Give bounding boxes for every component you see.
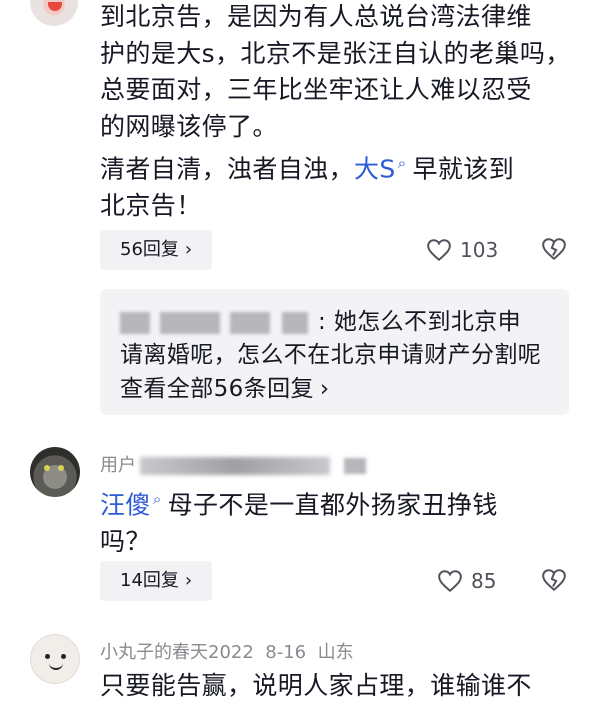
broken-heart-icon[interactable] [541, 237, 567, 261]
like-count: 103 [460, 238, 499, 262]
view-replies-button[interactable]: 14回复 › [100, 561, 213, 601]
view-replies-button[interactable]: 56回复 › [100, 230, 213, 270]
redacted-username [230, 311, 270, 334]
reply-text: 请离婚呢，怎么不在北京申请财产分割呢 [120, 342, 542, 368]
redacted-username [140, 457, 330, 475]
username[interactable]: 小丸子的春天2022 [100, 642, 254, 663]
comment-line: 只要能告赢，说明人家占理，谁输谁不 [100, 671, 532, 700]
broken-heart-icon[interactable] [541, 568, 567, 592]
reply-preview-line: : 她怎么不到北京申 [120, 306, 521, 338]
redacted-username [160, 311, 220, 334]
comment-line: 汪傻 ⌕ 母子不是一直都外扬家丑挣钱 [100, 481, 570, 524]
comment-text-fragment: 清者自清，浊者自浊， [100, 154, 355, 184]
like-count: 85 [471, 569, 497, 593]
comment-location: 山东 [317, 642, 354, 663]
commenter-avatar[interactable] [30, 447, 80, 497]
comment-line: 的网曝该停了。 [100, 111, 278, 141]
comment-meta: 小丸子的春天2022 8-16 山东 [100, 638, 354, 664]
comment-text-fragment: 母子不是一直都外扬家丑挣钱 [167, 490, 498, 520]
commenter-avatar[interactable] [30, 634, 80, 684]
chevron-right-icon: › [184, 239, 193, 260]
view-all-replies-link[interactable]: 查看全部56条回复 › [120, 373, 329, 405]
username[interactable]: 用户 [100, 455, 136, 476]
search-icon[interactable]: ⌕ [398, 154, 407, 172]
chevron-right-icon: › [319, 376, 330, 402]
mention-link[interactable]: 大S [354, 154, 396, 183]
comment-text: 汪傻 ⌕ 母子不是一直都外扬家丑挣钱 吗？ [100, 481, 570, 560]
heart-icon [427, 239, 451, 262]
reply-preview[interactable]: : 她怎么不到北京申 请离婚呢，怎么不在北京申请财产分割呢 查看全部56条回复 › [100, 289, 569, 415]
comment-line: 吗？ [100, 526, 151, 556]
comment-meta: 用户 [100, 451, 376, 477]
redacted-username [120, 311, 150, 334]
comment-line: 护的是大s，北京不是张汪自认的老巢吗， [100, 38, 571, 68]
comment-line: 清者自清，浊者自浊，大S ⌕ 早就该到 [100, 145, 570, 188]
comment-text-fragment: 早就该到 [412, 154, 515, 184]
comment-text: 只要能告赢，说明人家占理，谁输谁不 [100, 668, 570, 705]
replies-count: 14回复 [120, 570, 179, 591]
heart-icon [438, 570, 462, 593]
reply-text: : 她怎么不到北京申 [318, 309, 522, 335]
mention-link[interactable]: 汪傻 [100, 490, 151, 519]
commenter-avatar[interactable] [30, 0, 78, 26]
redacted-username [344, 458, 366, 474]
comment-line: 北京告！ [100, 190, 202, 220]
search-icon[interactable]: ⌕ [153, 490, 162, 508]
replies-count: 56回复 [120, 239, 179, 260]
comment-date: 8-16 [265, 642, 307, 663]
like-button[interactable]: 103 [426, 238, 498, 262]
view-all-label: 查看全部56条回复 [120, 376, 314, 402]
redacted-username [282, 311, 308, 334]
chevron-right-icon: › [184, 570, 193, 591]
comment-line: 到北京告，是因为有人总说台湾法律维 [100, 2, 532, 31]
comment-line: 总要面对，三年比坐牢还让人难以忍受 [100, 75, 532, 104]
like-button[interactable]: 85 [437, 569, 496, 593]
comment-text: 到北京告，是因为有人总说台湾法律维 护的是大s，北京不是张汪自认的老巢吗， 总要… [100, 0, 570, 224]
